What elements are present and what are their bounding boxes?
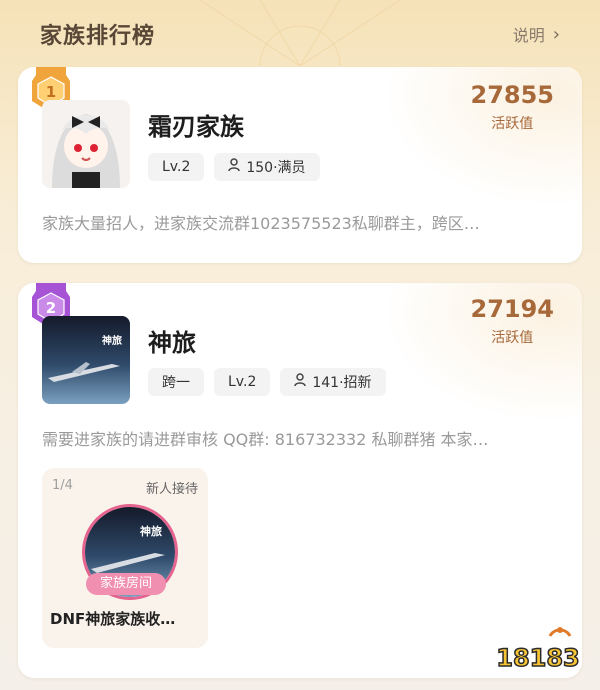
family-room-card[interactable]: 1/4 新人接待 神旅 家族房间 DNF神旅家族收… [42,468,208,648]
score-label: 活跃值 [491,330,534,346]
score-label: 活跃值 [491,116,534,132]
room-status: 新人接待 [145,482,198,497]
family-description: 需要进家族的请进群审核 QQ群: 816732332 私聊群猪 本家… [42,430,489,449]
score-value: 27194 [470,295,555,323]
tag-label: 150·满员 [246,160,306,176]
room-occupancy: 1/4 [52,478,73,493]
tag-label: Lv.2 [162,159,191,175]
room-name: DNF神旅家族收… [50,610,176,628]
rank-number: 2 [46,299,56,317]
family-tags: 跨一 Lv.2 141·招新 [148,368,386,396]
family-description: 家族大量招人，进家族交流群1023575523私聊群主，跨区… [42,214,480,233]
activity-score: 27855 活跃值 [471,81,555,133]
explain-link-label: 说明 [512,26,545,45]
level-tag: Lv.2 [148,153,205,181]
site-logo: 18183 [496,627,581,673]
family-name: 霜刃家族 [148,113,244,141]
svg-text:神旅: 神旅 [140,524,162,538]
person-icon [228,158,241,176]
svg-text:神旅: 神旅 [102,334,122,347]
person-icon [294,373,307,391]
header: 家族排行榜 说明 › [0,0,600,66]
family-tags: Lv.2 150·满员 [148,153,320,181]
family-card[interactable]: 2 神旅 神旅 跨一 Lv.2 141·招新 27194 活跃值 需要进家族的请… [18,283,582,678]
page-title: 家族排行榜 [40,24,156,49]
rank-number: 1 [46,83,56,101]
tag-label: 141·招新 [312,375,372,391]
members-tag: 150·满员 [214,153,320,181]
score-value: 27855 [470,81,555,109]
family-card[interactable]: 1 霜刃家族 Lv.2 150·满员 27855 活跃值 家族大量招人，进家族交… [18,67,582,263]
explain-link[interactable]: 说明 › [513,22,560,46]
tag-label: 跨一 [162,375,190,391]
chevron-right-icon: › [552,23,560,45]
level-tag: Lv.2 [214,368,271,396]
svg-text:18183: 18183 [496,644,580,672]
room-header: 1/4 新人接待 [52,478,198,497]
family-avatar[interactable]: 神旅 [42,316,130,404]
family-name: 神旅 [148,329,196,357]
members-tag: 141·招新 [280,368,386,396]
room-type-badge: 家族房间 [86,573,166,595]
server-tag: 跨一 [148,368,204,396]
tag-label: Lv.2 [228,374,257,390]
family-avatar[interactable] [42,100,130,188]
activity-score: 27194 活跃值 [471,295,555,347]
